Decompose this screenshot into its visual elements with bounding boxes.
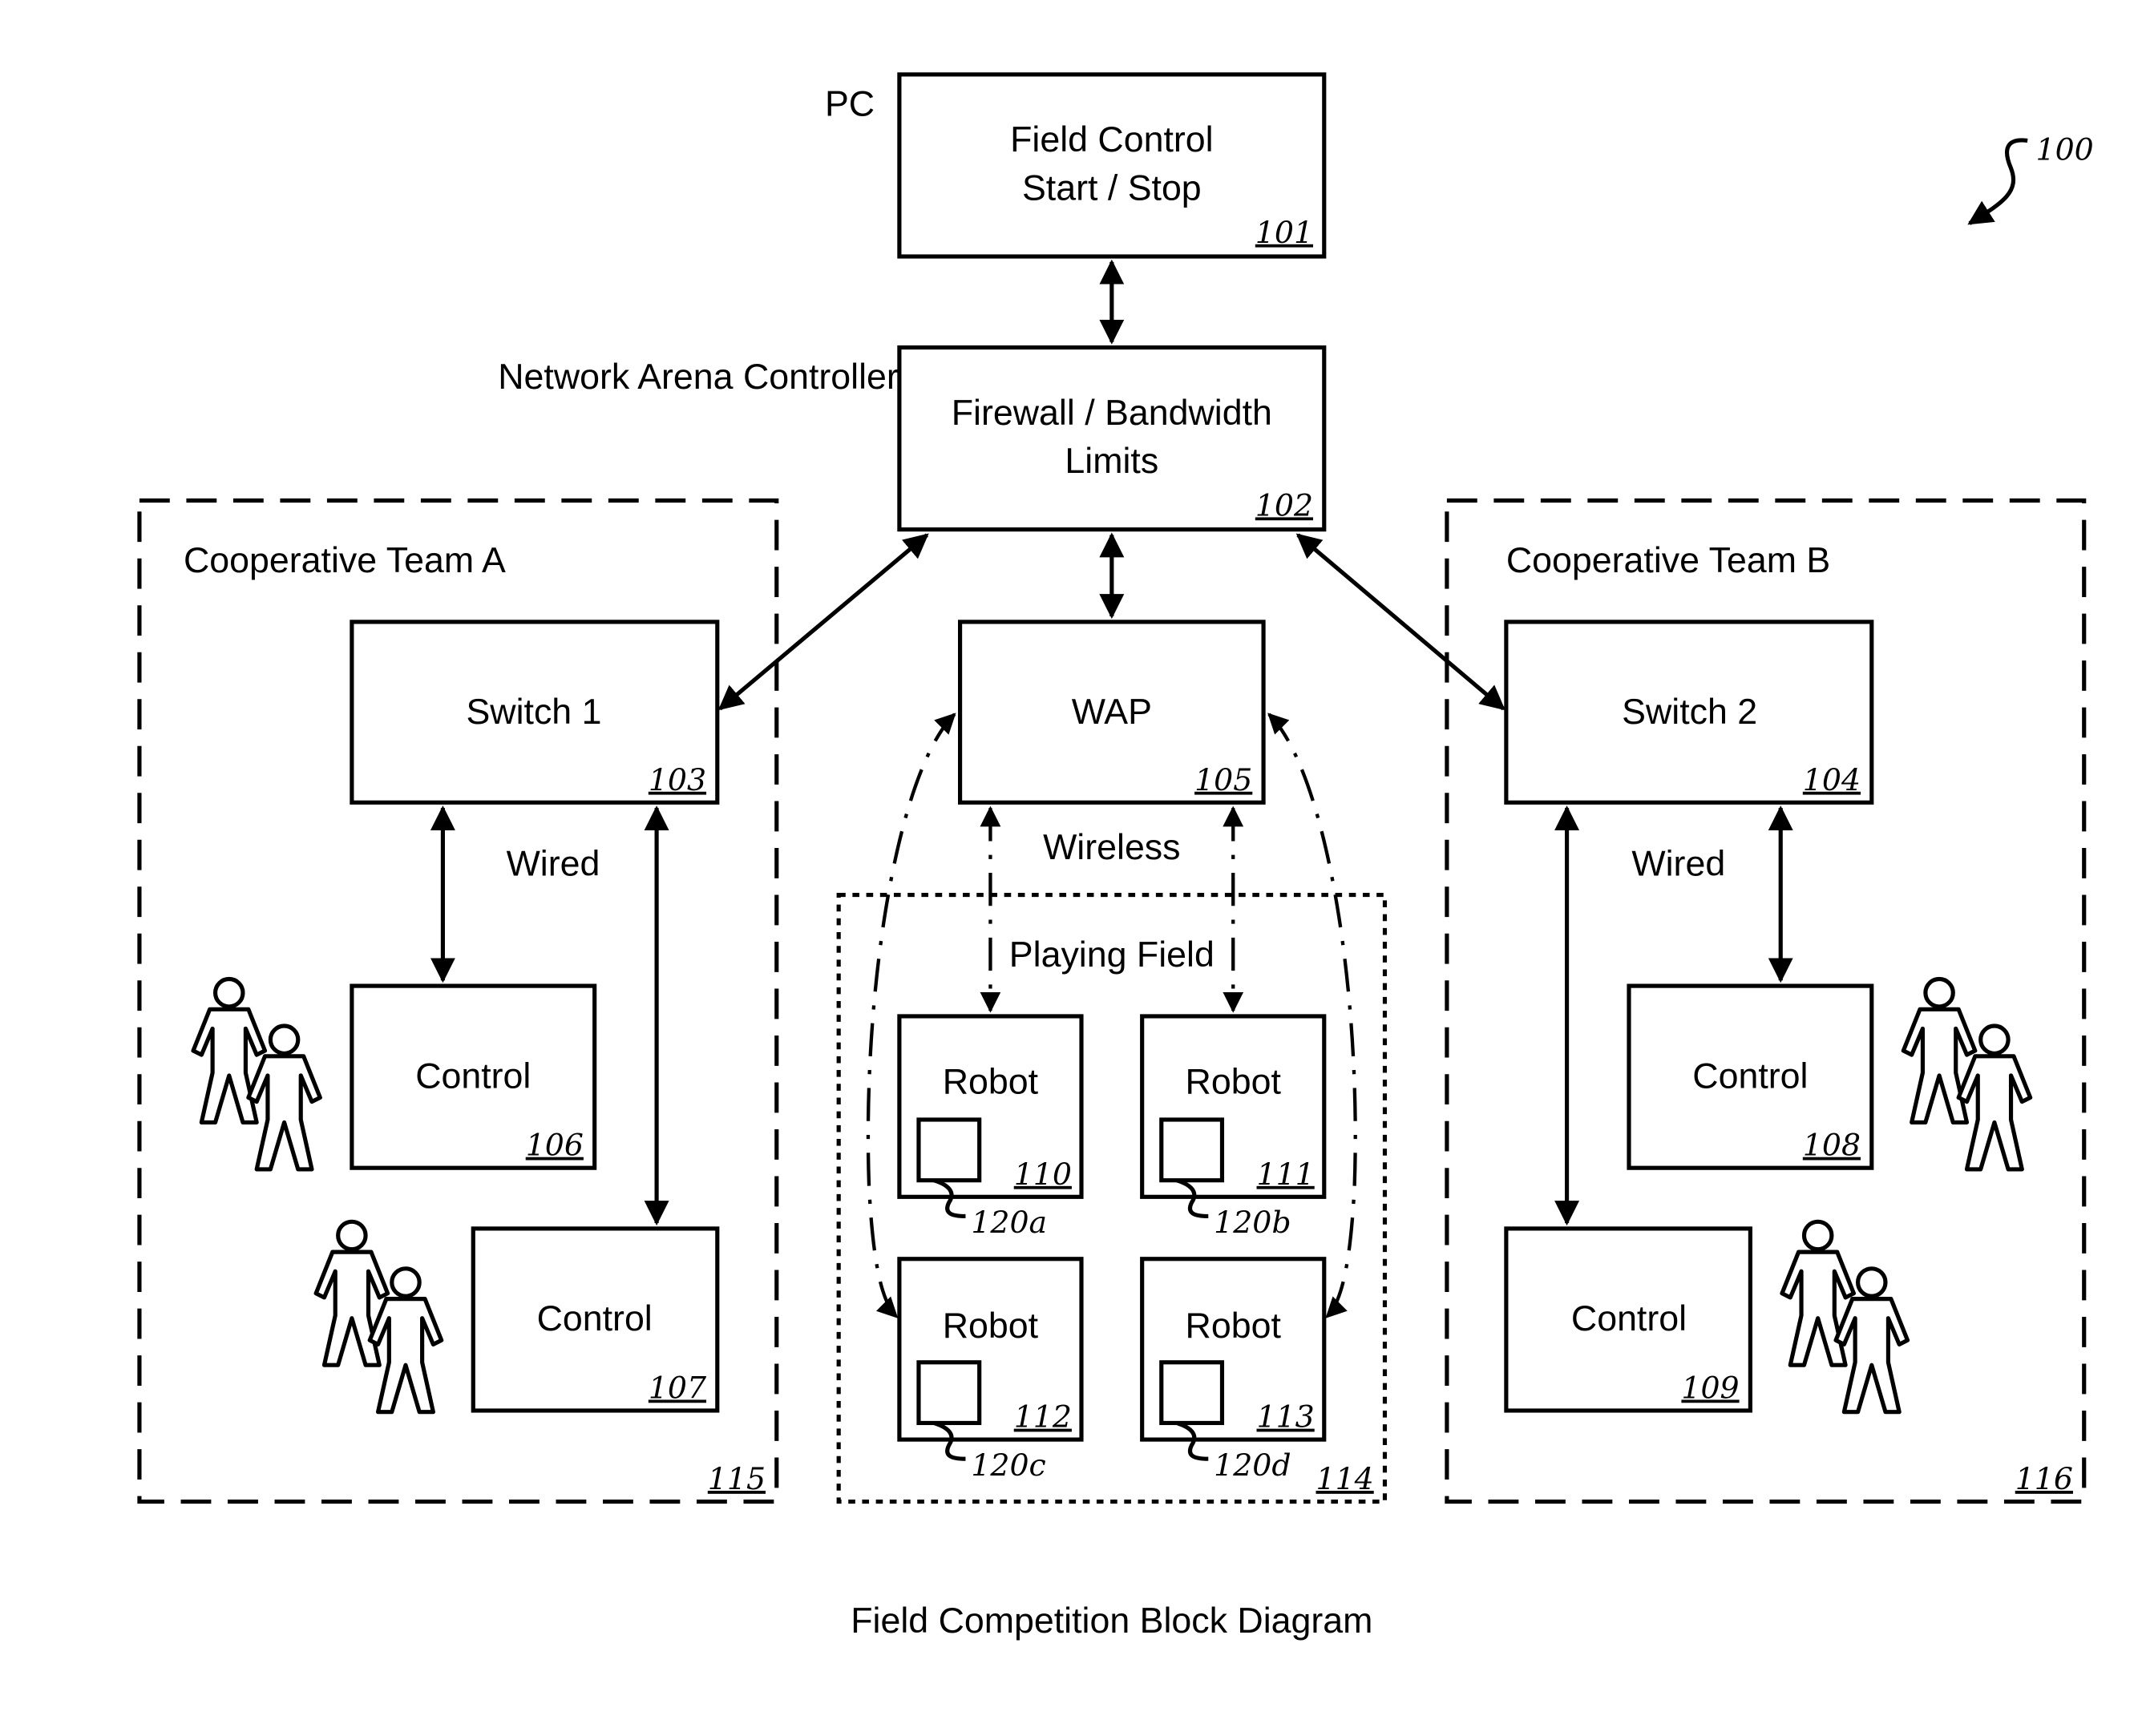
team-b-operators-109-icon [1782,1221,1908,1411]
control-108-box[interactable]: Control 108 [1627,983,1874,1170]
switch-1-ref: 103 [649,762,706,797]
control-107-ref: 107 [649,1370,707,1405]
figure-ref-arrow-icon [1967,138,2028,225]
control-107-box[interactable]: Control 107 [471,1226,720,1413]
team-a-operators-106-icon [193,979,320,1169]
control-106-label: Control [415,1056,531,1096]
robot-113-ref: 113 [1257,1399,1315,1435]
pc-side-label: PC [825,85,875,124]
team-a-ref: 115 [708,1461,766,1496]
wireless-label: Wireless [1043,828,1180,867]
nac-line1: Firewall / Bandwidth [952,394,1272,433]
team-a-wired-label: Wired [507,844,600,883]
pc-field-control-box[interactable]: PC Field Control Start / Stop 101 [825,72,1327,259]
playing-field-ref: 114 [1316,1461,1374,1496]
team-a-operators-107-icon [316,1221,442,1411]
team-b-wired-label: Wired [1631,844,1725,883]
link-nac-switch1 [717,533,929,711]
robot-110-ref: 110 [1014,1157,1072,1192]
team-b-ref: 116 [2015,1461,2073,1496]
switch-2-ref: 104 [1803,762,1861,797]
control-106-box[interactable]: Control 106 [350,983,597,1170]
robot-113-label: Robot [1186,1306,1282,1346]
robot-111-module-ref: 120b [1214,1205,1291,1240]
robot-111-box[interactable]: Robot 111 120b [1140,1014,1327,1240]
wap-box[interactable]: WAP 105 [958,620,1266,805]
figure-caption: Field Competition Block Diagram [851,1601,1372,1641]
team-a-label: Cooperative Team A [184,541,506,580]
control-109-ref: 109 [1681,1370,1739,1405]
switch-2-box[interactable]: Switch 2 104 [1504,620,1874,805]
robot-110-label: Robot [943,1062,1039,1101]
pc-ref: 101 [1255,215,1313,250]
robot-112-module-ref: 120c [971,1447,1045,1483]
robot-111-ref: 111 [1257,1157,1315,1192]
control-109-label: Control [1571,1299,1687,1338]
robot-110-box[interactable]: Robot 110 120a [897,1014,1084,1240]
robot-111-label: Robot [1186,1062,1282,1101]
robot-112-label: Robot [943,1306,1039,1346]
robot-112-box[interactable]: Robot 112 120c [897,1257,1084,1483]
switch-1-box[interactable]: Switch 1 103 [350,620,720,805]
robot-113-module [1159,1360,1225,1426]
pc-line1: Field Control [1010,120,1214,159]
robot-110-module [916,1117,982,1183]
control-109-box[interactable]: Control 109 [1504,1226,1752,1413]
control-107-label: Control [537,1299,653,1338]
wap-ref: 105 [1194,762,1252,797]
figure-ref-label: 100 [2036,132,2094,168]
robot-113-box[interactable]: Robot 113 120d [1140,1257,1327,1483]
team-b-label: Cooperative Team B [1506,541,1830,580]
nac-line2: Limits [1065,442,1158,481]
team-b-operators-108-icon [1903,979,2030,1169]
figure-ref: 100 [1967,132,2094,225]
switch-1-label: Switch 1 [466,692,601,732]
pc-line2: Start / Stop [1022,168,1202,208]
nac-side-label: Network Arena Controller [498,357,899,397]
robot-112-module [916,1360,982,1426]
robot-111-module [1159,1117,1225,1183]
nac-ref: 102 [1255,487,1313,523]
control-106-ref: 106 [526,1128,584,1163]
playing-field-label: Playing Field [1009,935,1214,975]
wap-label: WAP [1072,692,1152,732]
control-108-ref: 108 [1803,1128,1861,1163]
control-108-label: Control [1692,1056,1808,1096]
robot-113-module-ref: 120d [1214,1447,1291,1483]
robot-110-module-ref: 120a [971,1205,1047,1240]
block-diagram: 100 Cooperative Team A 115 Cooperative T… [137,72,2094,1641]
link-nac-switch2 [1295,533,1505,711]
robot-112-ref: 112 [1014,1399,1072,1435]
switch-2-label: Switch 2 [1622,692,1757,732]
